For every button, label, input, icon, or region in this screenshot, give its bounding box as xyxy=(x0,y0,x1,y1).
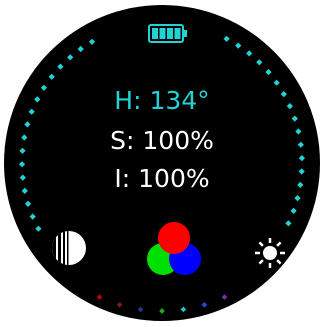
battery-cell xyxy=(152,28,158,39)
battery-cell xyxy=(174,28,181,39)
rgb-red-circle xyxy=(158,222,190,254)
saturation-icon-disc xyxy=(52,231,86,265)
battery-cell xyxy=(159,28,166,39)
battery-terminal xyxy=(183,30,187,37)
hue-readout: H: 134° xyxy=(114,86,210,115)
sun-icon-core xyxy=(263,246,277,260)
watch-screen: H: 134° S: 100% I: 100% xyxy=(0,0,324,327)
battery-cell xyxy=(167,28,173,39)
sun-icon[interactable] xyxy=(255,238,285,268)
intensity-readout: I: 100% xyxy=(114,164,210,193)
saturation-readout: S: 100% xyxy=(110,126,214,155)
